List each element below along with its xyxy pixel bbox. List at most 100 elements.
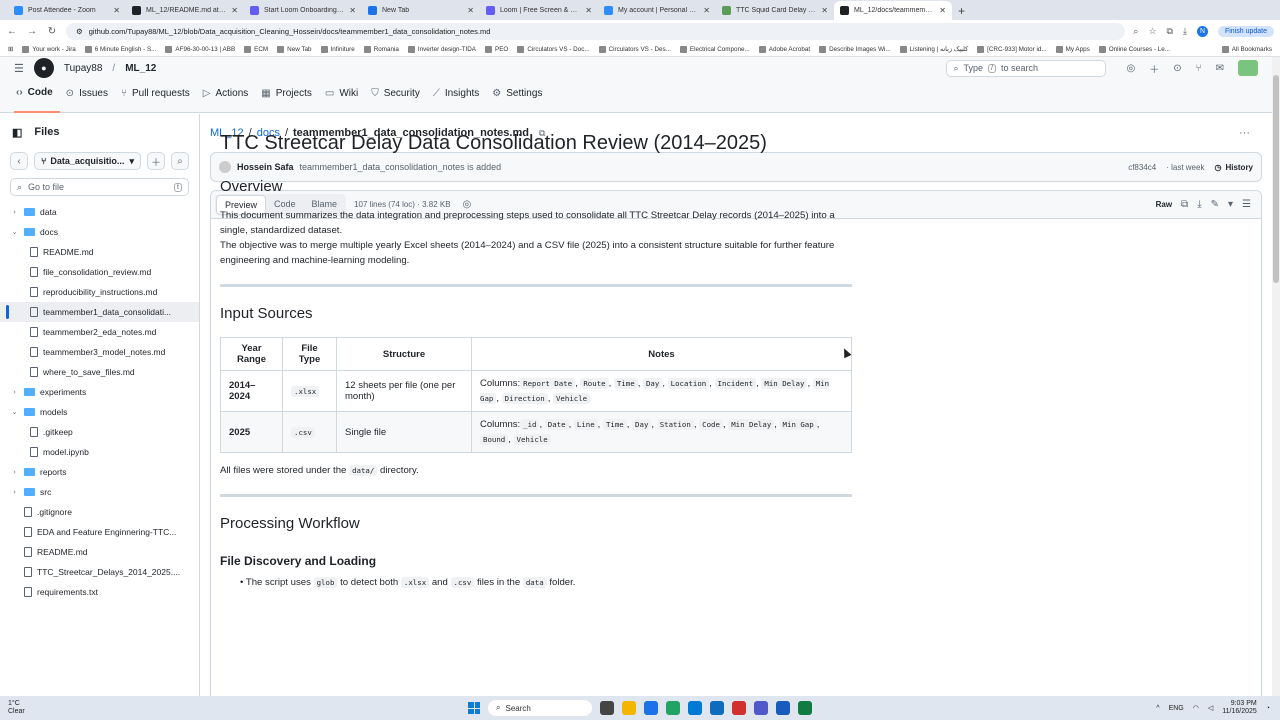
more-options-icon[interactable]: ··· [1239,127,1250,139]
tree-file[interactable]: teammember3_model_notes.md [0,342,199,362]
downloads-icon[interactable]: ⤓ [1183,26,1187,37]
bookmark-item[interactable]: Circulators VS - Des... [598,45,671,53]
task-view-icon[interactable] [600,701,614,715]
tree-file[interactable]: reproducibility_instructions.md [0,282,199,302]
bookmark-item[interactable]: Listening | کلیپک زبانه [899,45,968,53]
inbox-icon[interactable]: ✉ [1216,63,1224,74]
bookmark-star-icon[interactable]: ☆ [1148,26,1156,37]
tree-folder[interactable]: ⌄ docs [0,222,199,242]
bookmark-item[interactable]: Your work - Jira [22,45,76,53]
extensions-icon[interactable]: ⧉ [1167,26,1173,37]
bookmark-item[interactable]: AF96-30-00-13 | ABB [165,45,235,53]
close-tab-icon[interactable]: ✕ [585,6,592,15]
history-button[interactable]: ◷ History [1214,163,1253,172]
taskbar-search[interactable]: ⌕ Search [488,700,592,716]
bookmark-item[interactable]: PEO [485,45,508,53]
chevron-down-icon[interactable]: ▾ [1228,199,1233,210]
apps-grid-icon[interactable]: ⊞ [8,46,13,53]
system-clock[interactable]: 9:03 PM 11/16/2025 [1222,700,1257,716]
all-bookmarks-folder[interactable]: All Bookmarks [1221,45,1272,53]
wifi-icon[interactable]: ◠ [1193,704,1199,712]
browser-tab[interactable]: My account | Personal Settings ✕ [598,1,716,20]
weather-widget[interactable]: 1°C Clear [8,700,25,716]
tray-chevron-icon[interactable]: ^ [1156,705,1159,712]
close-tab-icon[interactable]: ✕ [703,6,710,15]
browser-tab[interactable]: ML_12/docs/teammember1_da ✕ [834,1,952,20]
forward-icon[interactable]: → [26,26,38,37]
browser-tab[interactable]: New Tab ✕ [362,1,480,20]
bookmark-item[interactable]: Online Courses - Le... [1098,45,1170,53]
bookmark-item[interactable]: 6 Minute English - S... [84,45,156,53]
tree-file[interactable]: teammember2_eda_notes.md [0,322,199,342]
tab-settings[interactable]: ⚙ Settings [490,83,549,113]
menu-icon[interactable]: ☰ [14,62,24,75]
browser-tab[interactable]: Start Loom Onboarding | Loom ✕ [244,1,362,20]
bookmark-item[interactable]: Inverter design-TIDA [407,45,476,53]
tab-wiki[interactable]: ▭ Wiki [323,83,365,113]
excel-icon[interactable] [798,701,812,715]
app-icon[interactable] [666,701,680,715]
add-file-icon[interactable]: ＋ [147,152,165,170]
tree-file[interactable]: .gitignore [0,502,199,522]
address-bar[interactable]: ⚙ github.com/Tupay88/ML_12/blob/Data_acq… [66,22,1126,40]
windows-start-icon[interactable] [468,702,480,714]
notifications-icon[interactable]: ◔ [1266,705,1270,712]
volume-icon[interactable]: ◁ [1208,704,1213,712]
bookmark-item[interactable]: [CRC-933] Motor id... [977,45,1047,53]
tree-folder[interactable]: ⌄ models [0,402,199,422]
close-tab-icon[interactable]: ✕ [349,6,356,15]
chevron-down-icon[interactable]: ⌄ [10,408,19,416]
back-icon[interactable]: ← [6,26,18,37]
tab-projects[interactable]: ▦ Projects [259,83,319,113]
tree-file[interactable]: where_to_save_files.md [0,362,199,382]
tree-folder[interactable]: › reports [0,462,199,482]
tree-file[interactable]: .gitkeep [0,422,199,442]
go-to-file-input[interactable]: ⌕ Go to file t [10,178,189,196]
tree-file[interactable]: model.ipynb [0,442,199,462]
close-tab-icon[interactable]: ✕ [821,6,828,15]
close-tab-icon[interactable]: ✕ [467,6,474,15]
chevron-right-icon[interactable]: › [10,389,19,396]
close-tab-icon[interactable]: ✕ [939,6,946,15]
file-explorer-icon[interactable] [622,701,636,715]
new-tab-icon[interactable]: + [952,1,971,20]
vscode-icon[interactable] [688,701,702,715]
acrobat-icon[interactable] [732,701,746,715]
finish-update-button[interactable]: Finish update [1217,25,1274,37]
download-icon[interactable]: ⤓ [1197,199,1201,210]
search-files-icon[interactable]: ⌕ [171,152,189,170]
reload-icon[interactable]: ↻ [46,26,58,37]
user-avatar[interactable] [1238,60,1258,76]
chevron-right-icon[interactable]: › [10,489,19,496]
repo-link[interactable]: ML_12 [125,63,156,74]
tab-insights[interactable]: ⟋ Insights [431,83,486,113]
tree-folder[interactable]: › src [0,482,199,502]
issues-icon[interactable]: ⊙ [1173,63,1181,74]
copilot-icon[interactable]: ◎ [1126,63,1135,74]
browser-tab[interactable]: Post Attendee - Zoom ✕ [8,1,126,20]
language-indicator[interactable]: ENG [1169,705,1184,712]
owner-link[interactable]: Tupay88 [64,63,103,74]
pull-requests-icon[interactable]: ⑂ [1196,63,1202,74]
tree-file[interactable]: EDA and Feature Enginnering-TTC... [0,522,199,542]
close-tab-icon[interactable]: ✕ [231,6,238,15]
close-tab-icon[interactable]: ✕ [113,6,120,15]
bookmark-item[interactable]: New Tab [277,45,312,53]
back-branch-icon[interactable]: ‹ [10,152,28,170]
browser-tab[interactable]: Loom | Free Screen & Video Re ✕ [480,1,598,20]
tree-file[interactable]: README.md [0,542,199,562]
bookmark-item[interactable]: Infiniture [320,45,355,53]
tree-file[interactable]: README.md [0,242,199,262]
tree-file[interactable]: teammember1_data_consolidati... [0,302,199,322]
chevron-right-icon[interactable]: › [10,209,19,216]
zoom-icon[interactable]: ⌕ [1133,26,1138,37]
profile-avatar[interactable]: N [1196,25,1208,37]
page-scrollbar[interactable] [1272,57,1280,696]
tree-folder[interactable]: › data [0,202,199,222]
scrollbar-thumb[interactable] [1273,75,1279,283]
tab-issues[interactable]: ⊙ Issues [64,83,115,113]
outline-icon[interactable]: ☰ [1242,199,1251,210]
branch-selector[interactable]: ⑂ Data_acquisitio... ▾ [34,152,141,170]
browser-tab[interactable]: TTC Squid Card Delay Project O ✕ [716,1,834,20]
tree-file[interactable]: requirements.txt [0,582,199,602]
